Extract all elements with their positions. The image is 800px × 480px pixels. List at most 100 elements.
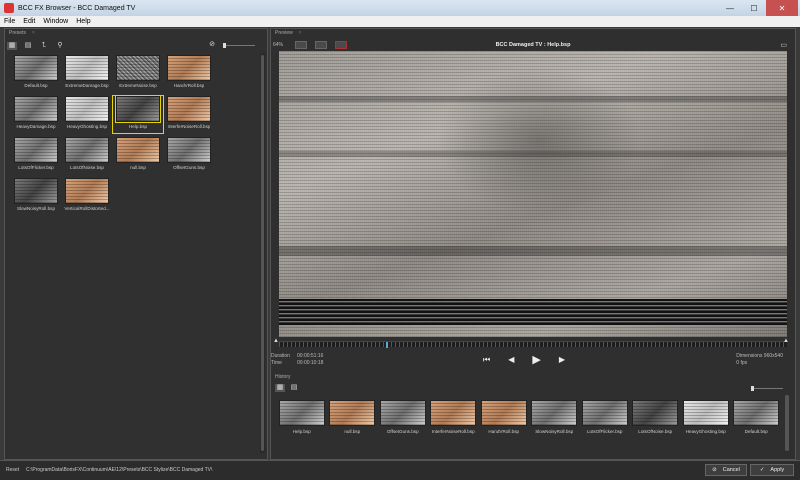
step-back-icon[interactable]: ◀ xyxy=(508,355,514,364)
history-item[interactable]: SlowNoisyRoll.bsp xyxy=(530,400,580,434)
close-icon[interactable]: × xyxy=(32,30,35,36)
preset-item[interactable]: HeavyGhosting.bsp xyxy=(62,96,112,133)
history-thumbnail-slider[interactable] xyxy=(751,386,783,391)
preset-label: LotsOfNoise.bsp xyxy=(70,165,104,170)
history-item[interactable]: null.bsp xyxy=(328,400,378,434)
preset-thumbnail xyxy=(65,96,109,122)
history-item[interactable]: Help.bsp xyxy=(277,400,327,434)
fps-value: 0 fps xyxy=(736,360,748,366)
close-icon[interactable]: × xyxy=(299,30,302,36)
preset-thumbnail xyxy=(14,55,58,81)
monitor-icon[interactable]: ▭ xyxy=(780,41,787,49)
history-item[interactable]: LotsOfFlicker.bsp xyxy=(580,400,630,434)
preset-item[interactable]: LotsOfFlicker.bsp xyxy=(11,137,61,174)
menu-bar: File Edit Window Help xyxy=(0,16,800,27)
history-label-text: InterferNoiseRoll.bsp xyxy=(431,429,475,434)
preset-label: LotsOfFlicker.bsp xyxy=(18,165,54,170)
preset-thumbnail xyxy=(115,95,161,123)
preset-thumbnail xyxy=(65,178,109,204)
slider-knob[interactable] xyxy=(751,386,754,391)
scrollbar-thumb[interactable] xyxy=(261,55,264,451)
history-item[interactable]: HandVRoll.bsp xyxy=(479,400,529,434)
play-icon[interactable]: ▶ xyxy=(532,353,540,366)
history-item[interactable]: LotsOfNoise.bsp xyxy=(631,400,681,434)
folder-up-icon[interactable]: ⮤ xyxy=(39,42,49,50)
media-info: Dimensions 960x540 0 fps xyxy=(736,353,783,367)
out-point-marker[interactable]: ▲ xyxy=(783,338,789,344)
preset-item[interactable]: Help.bsp xyxy=(112,95,164,134)
time-value: 00:00:10:18 xyxy=(297,360,324,366)
history-item[interactable]: Default.bsp xyxy=(732,400,782,434)
menu-window[interactable]: Window xyxy=(39,18,72,25)
preset-item[interactable]: HandVRoll.bsp xyxy=(164,55,214,92)
grid-view-icon[interactable]: ▦ xyxy=(275,384,285,392)
close-button[interactable]: ✕ xyxy=(766,0,798,16)
preset-label: HeavyDamage.bsp xyxy=(16,124,56,129)
minimize-button[interactable]: — xyxy=(718,0,742,16)
history-thumbnail xyxy=(329,400,376,426)
preview-panel-label: Preview xyxy=(275,30,293,36)
preset-item[interactable]: Default.bsp xyxy=(11,55,61,92)
grid-view-icon[interactable]: ▦ xyxy=(7,42,17,50)
preset-thumbnail xyxy=(14,96,58,122)
maximize-button[interactable]: ☐ xyxy=(742,0,766,16)
preset-label: InterferNoiseRoll.bsp xyxy=(167,124,211,129)
history-scrollbar[interactable] xyxy=(785,395,789,451)
history-label: History xyxy=(275,374,291,380)
preset-item[interactable]: SlowNoisyRoll.bsp xyxy=(11,178,61,215)
reset-button[interactable]: Reset xyxy=(6,467,19,473)
preset-item[interactable]: VerticalRollDistorted... xyxy=(62,178,112,215)
transport-controls: ⏮ ◀ ▶ ▶ xyxy=(483,353,565,366)
history-label-text: HeavyGhosting.bsp xyxy=(685,429,726,434)
preset-label: ExtremeNoise.bsp xyxy=(119,83,157,88)
playhead[interactable] xyxy=(385,342,388,348)
history-thumbnail xyxy=(379,400,426,426)
preset-thumbnail xyxy=(167,96,211,122)
window-title: BCC FX Browser - BCC Damaged TV xyxy=(18,4,136,12)
history-item[interactable]: HeavyGhosting.bsp xyxy=(681,400,731,434)
menu-help[interactable]: Help xyxy=(72,18,94,25)
history-label-text: Help.bsp xyxy=(292,429,311,434)
presets-panel-label: Presets xyxy=(9,30,26,36)
preset-label: null.bsp xyxy=(130,165,146,170)
history-item[interactable]: OffsetGuns.bsp xyxy=(378,400,428,434)
preset-label: HandVRoll.bsp xyxy=(173,83,205,88)
cancel-button[interactable]: ⊘ Cancel xyxy=(705,464,747,476)
preset-item[interactable]: OffsetGuns.bsp xyxy=(164,137,214,174)
preset-item[interactable]: LotsOfNoise.bsp xyxy=(62,137,112,174)
skip-to-start-icon[interactable]: ⏮ xyxy=(483,355,490,365)
status-bar: Reset C:\ProgramData\BorisFX\Continuum\A… xyxy=(0,460,800,480)
preview-toolbar: 64% BCC Damaged TV : Help.bsp ▭ xyxy=(273,41,793,51)
menu-edit[interactable]: Edit xyxy=(19,18,39,25)
presets-panel: Presets × ▦ ▤ ⮤ ⚲ ⊘ Default.bsp ExtremeDam… xyxy=(4,28,268,460)
preview-panel-tab[interactable]: Preview × xyxy=(275,30,302,36)
slider-knob[interactable] xyxy=(223,43,226,48)
presets-scrollbar[interactable] xyxy=(260,53,265,453)
history-thumbnail xyxy=(733,400,780,426)
duration-label: Duration xyxy=(271,353,290,359)
menu-file[interactable]: File xyxy=(0,18,19,25)
history-item[interactable]: InterferNoiseRoll.bsp xyxy=(429,400,479,434)
thumbnail-size-slider[interactable] xyxy=(223,43,255,48)
preset-item[interactable]: InterferNoiseRoll.bsp xyxy=(164,96,214,133)
history-label-text: null.bsp xyxy=(344,429,361,434)
list-view-icon[interactable]: ▤ xyxy=(23,42,33,50)
check-icon: ✓ xyxy=(759,467,765,473)
preset-thumbnail xyxy=(116,55,160,81)
history-thumbnail xyxy=(278,400,325,426)
preset-item[interactable]: ExtremeDamage.bsp xyxy=(62,55,112,92)
presets-panel-tab[interactable]: Presets × xyxy=(9,30,35,36)
apply-label: Apply xyxy=(770,467,785,473)
search-icon[interactable]: ⚲ xyxy=(55,42,65,50)
preset-label: OffsetGuns.bsp xyxy=(173,165,205,170)
apply-button[interactable]: ✓ Apply xyxy=(750,464,794,476)
preset-item[interactable]: null.bsp xyxy=(113,137,163,174)
preset-item[interactable]: HeavyDamage.bsp xyxy=(11,96,61,133)
preset-thumbnail xyxy=(14,137,58,163)
list-view-icon[interactable]: ▤ xyxy=(289,384,299,392)
step-forward-icon[interactable]: ▶ xyxy=(559,355,565,364)
preset-item[interactable]: ExtremeNoise.bsp xyxy=(113,55,163,92)
reset-icon[interactable]: ⊘ xyxy=(207,41,217,49)
preset-thumbnail xyxy=(65,137,109,163)
timeline-scrubber[interactable] xyxy=(279,341,787,348)
